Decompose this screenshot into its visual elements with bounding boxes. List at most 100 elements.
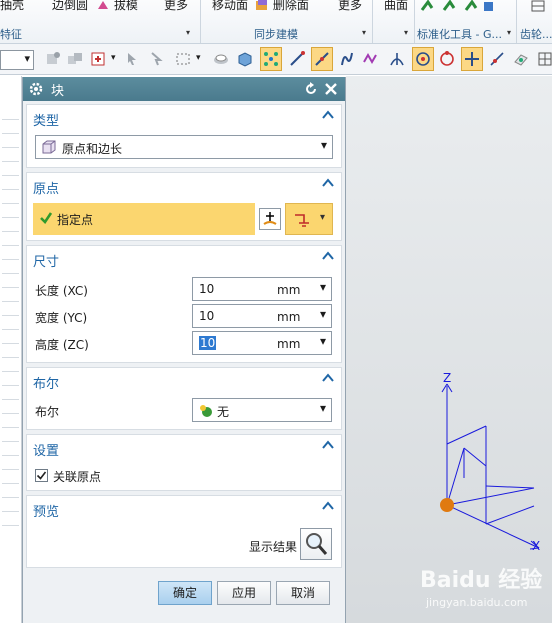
collapse-chevron-icon[interactable] — [321, 108, 335, 122]
snap-icon-2[interactable] — [64, 47, 86, 71]
boolean-section-title: 布尔 — [33, 377, 60, 392]
chevron-down-icon[interactable]: ▾ — [196, 53, 201, 63]
divider — [372, 0, 373, 43]
collapse-chevron-icon[interactable] — [321, 176, 335, 190]
associative-origin-checkbox[interactable] — [35, 469, 48, 482]
center-point-icon[interactable] — [412, 47, 434, 71]
ok-button[interactable]: 确定 — [158, 581, 212, 605]
endpoint-icon[interactable] — [311, 47, 333, 71]
grid-icon[interactable] — [534, 47, 552, 71]
apply-button[interactable]: 应用 — [217, 581, 271, 605]
cancel-button[interactable]: 取消 — [276, 581, 330, 605]
intersection-icon[interactable] — [386, 47, 408, 71]
ribbon-item-surface[interactable]: 曲面 — [384, 0, 408, 13]
ribbon-label: 删除面 — [272, 0, 309, 12]
existing-point-icon[interactable] — [461, 47, 483, 71]
origin-point — [440, 498, 454, 512]
height-label: 高度 (ZC) — [35, 338, 89, 352]
axis-x-label: X — [532, 539, 540, 553]
show-result-label: 显示结果 — [249, 540, 298, 554]
ribbon-item-delete-face[interactable]: 删除面 — [255, 0, 309, 13]
gear-tools-icon — [420, 0, 493, 11]
point-on-curve-icon[interactable] — [486, 47, 508, 71]
ribbon-item-edge-blend[interactable]: 边倒圆 — [52, 0, 88, 13]
group-sync-modeling: 同步建模 — [254, 28, 298, 41]
lasso-icon[interactable] — [146, 47, 168, 71]
axis-line — [446, 425, 487, 445]
chevron-down-icon[interactable]: ▾ — [320, 307, 326, 321]
point-dialog-button[interactable] — [259, 208, 281, 230]
settings-section-title: 设置 — [33, 444, 60, 459]
collapse-chevron-icon[interactable] — [321, 499, 335, 513]
ribbon-item-shell[interactable]: 抽壳 — [0, 0, 24, 13]
width-input[interactable]: 10 mm ▾ — [192, 304, 332, 328]
associative-origin-label: 关联原点 — [53, 470, 102, 484]
quadrant-point-icon[interactable] — [436, 47, 458, 71]
type-select-value: 原点和边长 — [62, 142, 123, 156]
reset-icon[interactable] — [304, 82, 318, 96]
part-navigator-strip — [0, 76, 22, 623]
axis-line — [441, 383, 448, 393]
gear-module-icon[interactable] — [530, 0, 548, 15]
block-icon — [42, 140, 56, 154]
chevron-down-icon: ▾ — [319, 401, 326, 415]
group-standard-expand-icon[interactable]: ▾ — [507, 28, 511, 37]
chevron-down-icon[interactable]: ▾ — [320, 280, 326, 294]
checkmark-icon — [36, 471, 47, 480]
ribbon-item-draft[interactable]: 拔模 — [96, 0, 138, 13]
specify-point-label: 指定点 — [57, 213, 94, 227]
group-surface-expand-icon[interactable]: ▾ — [404, 28, 408, 37]
graphics-viewport[interactable]: Z X Baidu 经验 jingyan.baidu.com — [346, 76, 552, 623]
group-feature-expand-icon[interactable]: ▾ — [186, 28, 190, 37]
ribbon-label: 拔模 — [113, 0, 138, 12]
origin-section: 原点 指定点 ▾ — [26, 172, 342, 241]
boolean-none-icon — [200, 405, 212, 417]
ribbon-item-move-face[interactable]: 移动面 — [212, 0, 248, 13]
group-standard-tools: 标准化工具 - G... — [417, 28, 502, 41]
select-region-icon[interactable] — [88, 47, 110, 71]
check-icon — [40, 212, 53, 225]
collapse-chevron-icon[interactable] — [321, 249, 335, 263]
width-value: 10 — [199, 309, 215, 323]
snap-points-icon[interactable] — [260, 47, 282, 71]
face-select-icon[interactable] — [210, 47, 232, 71]
dialog-title-bar[interactable]: 块 — [23, 77, 345, 101]
height-input[interactable]: 10 mm ▾ — [192, 331, 332, 355]
inferred-point-select[interactable]: ▾ — [285, 203, 333, 235]
snap-icon-1[interactable] — [42, 47, 64, 71]
length-input[interactable]: 10 mm ▾ — [192, 277, 332, 301]
specify-point-row[interactable]: 指定点 — [33, 203, 255, 235]
group-feature: 特征 — [0, 28, 22, 41]
solid-body-icon[interactable] — [234, 47, 256, 71]
boolean-select[interactable]: 无 ▾ — [192, 398, 332, 422]
type-select[interactable]: 原点和边长 ▾ — [35, 135, 333, 159]
magnifier-icon — [306, 533, 328, 555]
delete-face-icon — [256, 0, 267, 10]
show-result-button[interactable] — [300, 528, 332, 560]
chevron-down-icon[interactable]: ▾ — [320, 334, 326, 348]
length-unit: mm — [277, 283, 301, 297]
curve-icon[interactable] — [336, 47, 358, 71]
collapse-chevron-icon[interactable] — [321, 438, 335, 452]
dialog-title: 块 — [51, 84, 65, 99]
selection-filter-select[interactable] — [0, 50, 34, 70]
standard-tools-icons[interactable] — [420, 0, 500, 15]
ribbon-item-more-1[interactable]: 更多 — [164, 0, 188, 13]
origin-section-title: 原点 — [33, 182, 60, 197]
axis-line — [485, 485, 535, 489]
group-sync-expand-icon[interactable]: ▾ — [362, 28, 366, 37]
ribbon-item-more-2[interactable]: 更多 — [338, 0, 362, 13]
type-section: 类型 原点和边长 ▾ — [26, 104, 342, 168]
close-icon[interactable] — [324, 82, 338, 96]
line-icon[interactable] — [286, 47, 308, 71]
chevron-down-icon: ▾ — [320, 138, 327, 152]
divider — [200, 0, 201, 43]
cursor-icon[interactable] — [122, 47, 144, 71]
width-label: 宽度 (YC) — [35, 311, 88, 325]
boolean-select-value: 无 — [217, 405, 230, 419]
chevron-down-icon[interactable]: ▾ — [111, 53, 116, 63]
point-on-face-icon[interactable] — [510, 47, 532, 71]
spline-icon[interactable] — [360, 47, 382, 71]
rectangle-select-icon[interactable] — [172, 47, 194, 71]
collapse-chevron-icon[interactable] — [321, 371, 335, 385]
